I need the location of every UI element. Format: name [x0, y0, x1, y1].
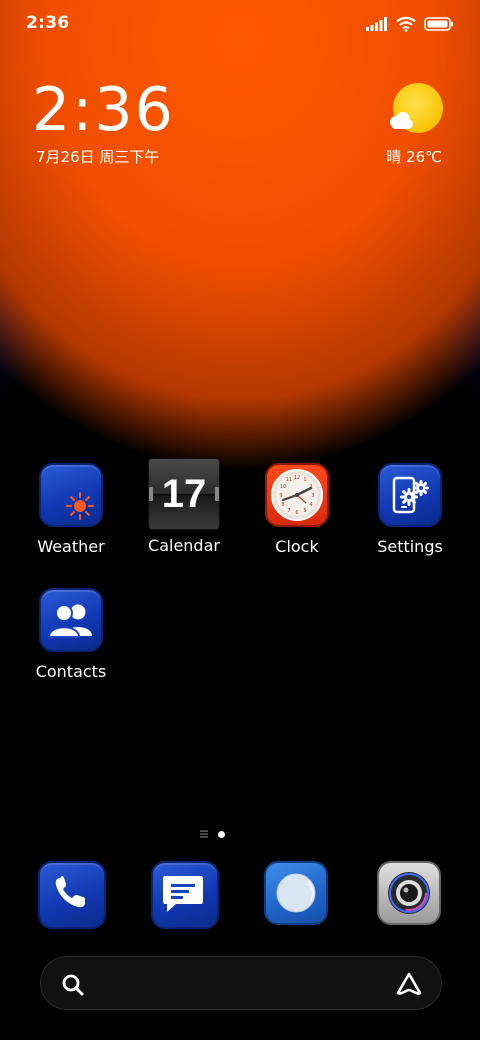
search-icon[interactable]	[61, 973, 85, 997]
status-bar-icons	[366, 14, 454, 34]
svg-text:8: 8	[281, 502, 284, 508]
weather-icon	[39, 463, 103, 527]
home-weather: 晴 26℃	[386, 148, 442, 166]
feed-page-icon	[200, 830, 208, 838]
search-bar[interactable]	[40, 956, 442, 1010]
app-label: Contacts	[35, 662, 107, 681]
svg-text:6: 6	[295, 510, 298, 516]
status-bar-time: 2:36	[26, 13, 70, 33]
app-settings[interactable]: Settings	[355, 463, 465, 556]
page-dot-active	[218, 830, 225, 838]
svg-text:9: 9	[279, 493, 282, 499]
svg-text:10: 10	[280, 484, 286, 490]
settings-icon	[378, 463, 442, 527]
svg-text:1: 1	[303, 477, 306, 483]
home-date: 7月26日 周三下午	[36, 148, 160, 166]
home-clock-time[interactable]: 2:36	[32, 76, 175, 144]
app-calendar[interactable]: 17 Calendar	[129, 458, 239, 555]
sunny-icon[interactable]	[390, 82, 444, 136]
wifi-icon	[396, 16, 416, 32]
camera-icon[interactable]	[377, 861, 441, 925]
browser-icon[interactable]	[264, 861, 328, 925]
app-label: Calendar	[148, 536, 220, 555]
clock-icon: 12 3 6 9 1 2 4 5 7 8 10 11	[265, 463, 329, 527]
svg-text:11: 11	[286, 477, 292, 483]
page-indicator[interactable]	[200, 830, 225, 838]
app-clock[interactable]: 12 3 6 9 1 2 4 5 7 8 10 11 Clock	[242, 463, 352, 556]
phone-icon[interactable]	[38, 861, 106, 929]
svg-text:12: 12	[294, 475, 300, 481]
signal-icon	[366, 17, 387, 31]
contacts-icon	[39, 588, 103, 652]
app-label: Clock	[275, 537, 319, 556]
app-label: Weather	[37, 537, 105, 556]
assistant-icon[interactable]	[395, 971, 423, 997]
messages-icon[interactable]	[151, 861, 219, 929]
svg-text:7: 7	[287, 508, 290, 514]
calendar-icon: 17	[148, 458, 220, 530]
svg-text:5: 5	[303, 508, 306, 514]
svg-text:4: 4	[309, 502, 312, 508]
app-weather[interactable]: Weather	[16, 463, 126, 556]
app-label: Settings	[377, 537, 443, 556]
calendar-day: 17	[161, 471, 207, 516]
svg-text:3: 3	[311, 493, 314, 499]
battery-icon	[424, 17, 453, 31]
app-contacts[interactable]: Contacts	[16, 588, 126, 681]
